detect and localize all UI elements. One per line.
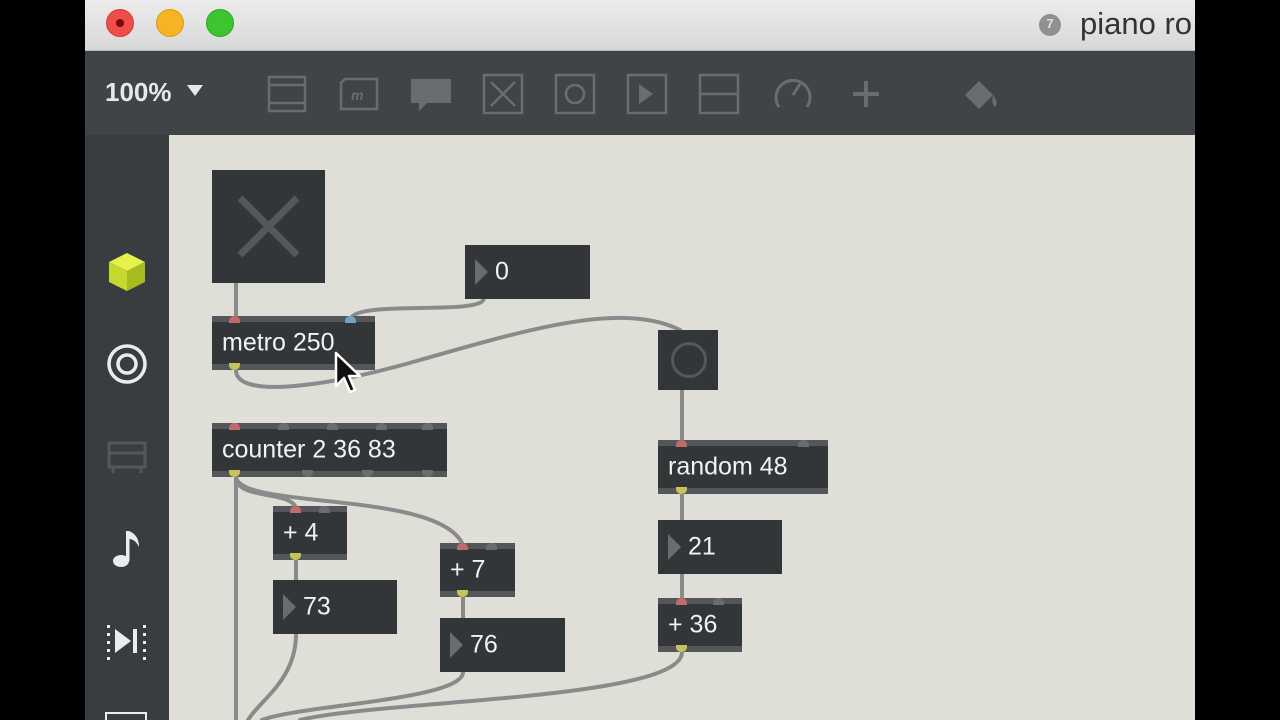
target-icon[interactable] <box>105 342 149 386</box>
inlet[interactable] <box>422 423 433 430</box>
mouse-cursor-icon <box>334 351 362 394</box>
sidebar-extra-icon[interactable] <box>105 712 147 720</box>
object-text: + 7 <box>450 555 486 584</box>
message-icon[interactable]: m <box>337 73 381 115</box>
number-icon[interactable] <box>625 73 669 115</box>
inlet[interactable] <box>457 543 468 550</box>
inlet[interactable] <box>229 423 240 430</box>
title-bar: piano ro <box>85 0 1195 51</box>
bang-object[interactable] <box>658 330 718 390</box>
outlet[interactable] <box>422 470 433 477</box>
object-text: random 48 <box>668 452 788 481</box>
paint-bucket-icon[interactable] <box>959 73 1003 115</box>
inlet[interactable] <box>798 440 809 447</box>
number-box-0[interactable]: 0 <box>465 245 590 299</box>
inlet[interactable] <box>376 423 387 430</box>
number-arrow-icon <box>283 594 296 620</box>
inlet[interactable] <box>290 506 301 513</box>
outlet[interactable] <box>229 470 240 477</box>
outlet[interactable] <box>676 645 687 652</box>
maximize-window-button[interactable] <box>206 9 234 37</box>
number-value: 76 <box>470 630 498 659</box>
dial-icon[interactable] <box>771 73 815 115</box>
random-object[interactable]: random 48 <box>658 440 828 494</box>
inspector-icon[interactable] <box>105 435 149 479</box>
number-value: 73 <box>303 592 331 621</box>
inlet[interactable] <box>486 543 497 550</box>
plus-icon[interactable] <box>844 73 888 115</box>
plus-36-object[interactable]: + 36 <box>658 598 742 652</box>
outlet[interactable] <box>457 590 468 597</box>
package-icon[interactable] <box>105 249 149 293</box>
number-box-21[interactable]: 21 <box>658 520 782 574</box>
inlet[interactable] <box>676 598 687 605</box>
outlet[interactable] <box>302 470 313 477</box>
number-box-73[interactable]: 73 <box>273 580 397 634</box>
slider-icon[interactable] <box>697 73 741 115</box>
object-text: counter 2 36 83 <box>222 435 396 464</box>
outlet[interactable] <box>229 363 240 370</box>
close-window-button[interactable] <box>106 9 134 37</box>
patcher-toolbar: 100% m <box>85 51 1195 135</box>
object-text: + 36 <box>668 610 718 639</box>
presentation-icon[interactable] <box>265 73 309 115</box>
window-title: piano ro <box>1080 6 1193 41</box>
minimize-window-button[interactable] <box>156 9 184 37</box>
outlet[interactable] <box>290 553 301 560</box>
zoom-dropdown-icon[interactable] <box>187 85 203 96</box>
comment-icon[interactable] <box>409 73 453 115</box>
inlet[interactable] <box>676 440 687 447</box>
zoom-level[interactable]: 100% <box>105 77 172 108</box>
inlet[interactable] <box>345 316 356 323</box>
plus-4-object[interactable]: + 4 <box>273 506 347 560</box>
music-note-icon[interactable] <box>105 527 149 571</box>
object-text: metro 250 <box>222 328 335 357</box>
inlet[interactable] <box>327 423 338 430</box>
outlet[interactable] <box>362 470 373 477</box>
left-sidebar <box>85 135 169 720</box>
inlet[interactable] <box>278 423 289 430</box>
outlet[interactable] <box>676 487 687 494</box>
toggle-object[interactable] <box>212 170 325 283</box>
number-arrow-icon <box>668 534 681 560</box>
number-value: 0 <box>495 257 509 286</box>
document-icon <box>1039 14 1061 36</box>
svg-text:m: m <box>351 87 363 103</box>
plus-7-object[interactable]: + 7 <box>440 543 515 597</box>
number-value: 21 <box>688 532 716 561</box>
toggle-icon[interactable] <box>481 73 525 115</box>
button-icon[interactable] <box>553 73 597 115</box>
number-arrow-icon <box>450 632 463 658</box>
number-box-76[interactable]: 76 <box>440 618 565 672</box>
counter-object[interactable]: counter 2 36 83 <box>212 423 447 477</box>
number-arrow-icon <box>475 259 488 285</box>
inlet[interactable] <box>713 598 724 605</box>
playback-icon[interactable] <box>105 619 149 663</box>
inlet[interactable] <box>319 506 330 513</box>
inlet[interactable] <box>229 316 240 323</box>
object-text: + 4 <box>283 518 319 547</box>
